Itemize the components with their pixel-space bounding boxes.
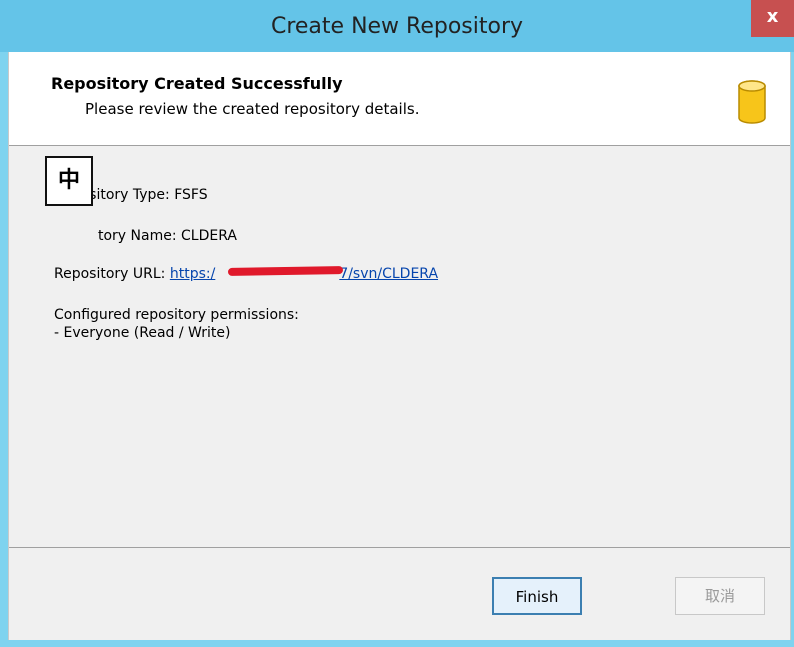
repository-url-label: Repository URL: (54, 266, 170, 282)
close-button[interactable]: x (751, 0, 794, 37)
header-title: Repository Created Successfully (51, 74, 343, 93)
ime-indicator[interactable]: 中 (45, 156, 93, 206)
permissions-entry: - Everyone (Read / Write) (54, 325, 231, 341)
title-bar[interactable]: Create New Repository x (0, 0, 794, 52)
window-title: Create New Repository (270, 14, 524, 39)
permissions-heading: Configured repository permissions: (54, 307, 299, 323)
repository-name: tory Name: CLDERA (98, 228, 237, 244)
finish-button[interactable]: Finish (492, 577, 582, 615)
wizard-header: Repository Created Successfully Please r… (9, 52, 790, 146)
footer-separator (9, 547, 790, 548)
dialog-window: Create New Repository x Repository Creat… (0, 0, 794, 647)
repository-url-link-end: 7/svn/CLDERA (339, 266, 439, 282)
dialog-body: Repository Created Successfully Please r… (8, 52, 791, 640)
repository-url-link-start: https:/ (169, 266, 216, 282)
database-icon (738, 80, 766, 124)
header-subtitle: Please review the created repository det… (85, 100, 420, 118)
cancel-button[interactable]: 取消 (675, 577, 765, 615)
